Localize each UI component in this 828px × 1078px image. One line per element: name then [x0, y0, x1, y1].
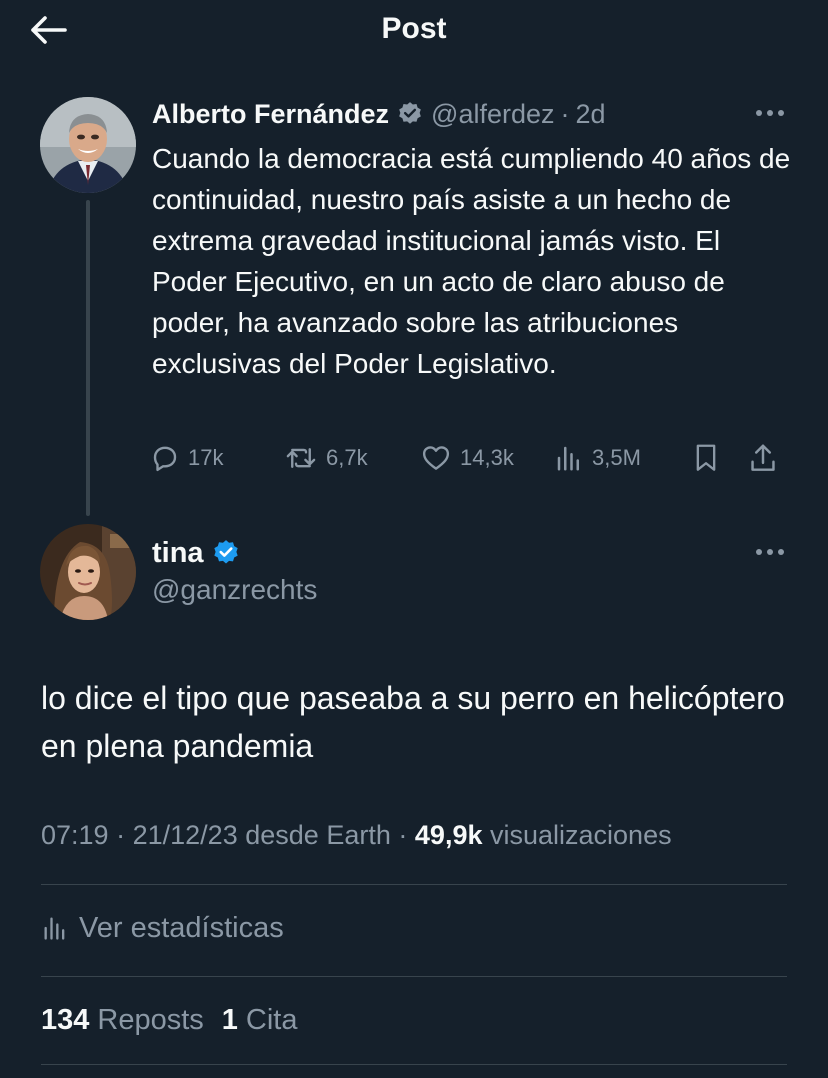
avatar-photo-icon: [40, 524, 136, 620]
source-prefix: desde: [245, 820, 319, 850]
repost-count: 6,7k: [326, 445, 368, 470]
main-post-text: lo dice el tipo que paseaba a su perro e…: [41, 680, 785, 764]
engagement-counts: 134 Reposts 1 Cita: [41, 998, 298, 1042]
meta-separator: ·: [398, 820, 408, 850]
main-author-name[interactable]: tina: [152, 537, 204, 570]
quoted-action-bar: 17k 6,7k 14,3k 3,5M: [150, 438, 790, 478]
main-author-handle[interactable]: @ganzrechts: [152, 574, 317, 606]
views-count: 49,9k: [414, 820, 483, 850]
like-count: 14,3k: [460, 445, 514, 470]
views-count: 3,5M: [592, 445, 641, 470]
post-date[interactable]: 21/12/23: [133, 820, 238, 850]
main-post-header: tina: [152, 534, 240, 572]
divider: [41, 884, 787, 885]
repost-action[interactable]: 6,7k: [284, 438, 368, 478]
views-label: visualizaciones: [490, 820, 672, 850]
post-time[interactable]: 07:19: [41, 820, 109, 850]
reply-action[interactable]: 17k: [150, 438, 223, 478]
verified-badge-icon: [212, 539, 240, 567]
quoted-post-header: Alberto Fernández @alferdez · 2d: [152, 94, 606, 134]
page-title: Post: [381, 12, 447, 45]
heart-icon: [422, 446, 450, 470]
repost-icon: [286, 448, 316, 468]
reposts-count-link[interactable]: 134 Reposts: [41, 1004, 204, 1037]
meta-separator: ·: [116, 820, 126, 850]
share-action[interactable]: [748, 438, 778, 478]
quotes-label: Cita: [245, 1003, 298, 1036]
views-action[interactable]: 3,5M: [554, 438, 641, 478]
more-horizontal-icon: [756, 549, 784, 555]
quoted-header-separator: ·: [560, 98, 570, 129]
top-bar: Post: [0, 0, 828, 60]
bookmark-icon: [696, 444, 716, 471]
view-stats-label: Ver estadísticas: [79, 911, 284, 944]
verified-badge-icon: [397, 101, 423, 127]
view-stats-link[interactable]: Ver estadísticas: [41, 906, 284, 950]
share-icon: [751, 444, 775, 471]
quoted-post-text: Cuando la democracia está cumpliendo 40 …: [152, 143, 791, 379]
reposts-count: 134: [41, 1003, 90, 1036]
post-meta-line: 07:19 · 21/12/23 desde Earth · 49,9k vis…: [41, 820, 672, 851]
quotes-count-link[interactable]: 1 Cita: [222, 1004, 298, 1037]
quoted-more-button[interactable]: [750, 98, 790, 128]
quotes-count: 1: [221, 1003, 238, 1036]
main-more-button[interactable]: [750, 537, 790, 567]
avatar-alberto[interactable]: [40, 97, 136, 193]
analytics-icon: [557, 446, 579, 471]
avatar-tina[interactable]: [40, 524, 136, 620]
analytics-icon: [44, 917, 65, 940]
bookmark-action[interactable]: [692, 438, 720, 478]
post-source: Earth: [326, 820, 391, 850]
quoted-author-handle[interactable]: @alferdez: [431, 99, 554, 130]
more-horizontal-icon: [756, 110, 784, 116]
divider: [41, 976, 787, 977]
quoted-author-name[interactable]: Alberto Fernández: [152, 99, 389, 130]
quoted-post-time[interactable]: 2d: [576, 99, 606, 130]
avatar-photo-icon: [40, 97, 136, 193]
thread-connector-line: [86, 200, 90, 516]
reposts-label: Reposts: [97, 1003, 204, 1036]
reply-icon: [153, 446, 177, 472]
like-action[interactable]: 14,3k: [420, 438, 514, 478]
reply-count: 17k: [188, 445, 224, 470]
divider: [41, 1064, 787, 1065]
